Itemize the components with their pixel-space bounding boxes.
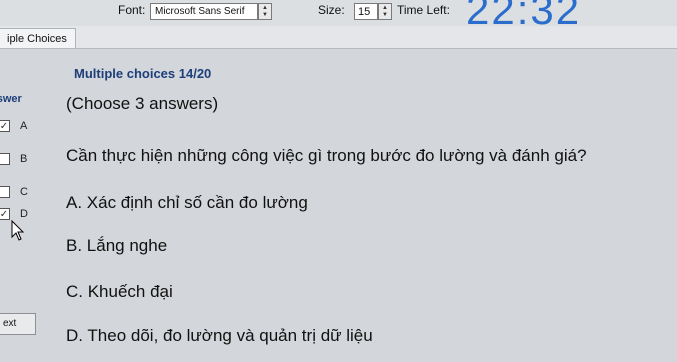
next-button[interactable]: ext [0, 313, 36, 335]
option-b-row[interactable]: B [0, 150, 27, 168]
answer-c-text: C. Khuếch đại [66, 282, 173, 301]
size-spinner[interactable]: ▲ ▼ [378, 3, 392, 20]
option-d-checkbox[interactable]: ✓ [0, 208, 10, 220]
page-title: Multiple choices 14/20 [74, 66, 212, 81]
size-input[interactable]: 15 [354, 3, 378, 20]
mouse-cursor-icon [11, 220, 25, 241]
option-b-label: B [20, 153, 28, 165]
chevron-down-icon[interactable]: ▼ [382, 12, 388, 19]
time-left-label: Time Left: [397, 3, 450, 17]
option-c-checkbox[interactable] [0, 186, 10, 198]
option-a-checkbox[interactable]: ✓ [0, 120, 10, 132]
size-label: Size: [318, 3, 345, 17]
choose-instruction: (Choose 3 answers) [66, 94, 219, 113]
option-a-row[interactable]: ✓ A [0, 117, 27, 135]
chevron-down-icon[interactable]: ▼ [262, 12, 268, 19]
answer-header: nswer [0, 93, 22, 105]
answer-a-text: A. Xác định chỉ số cần đo lường [66, 193, 308, 212]
option-c-row[interactable]: C [0, 183, 28, 201]
font-spinner[interactable]: ▲ ▼ [258, 3, 272, 20]
answer-b-text: B. Lắng nghe [66, 236, 168, 255]
tab-strip: iple Choices [0, 26, 677, 49]
checkmark-icon: ✓ [0, 208, 9, 220]
toolbar: Font: Microsoft Sans Serif ▲ ▼ Size: 15 … [0, 0, 677, 33]
tab-multiple-choices[interactable]: iple Choices [0, 28, 76, 48]
option-d-label: D [20, 208, 28, 220]
option-a-label: A [20, 120, 28, 132]
chevron-up-icon[interactable]: ▲ [382, 5, 388, 12]
chevron-up-icon[interactable]: ▲ [262, 5, 268, 12]
option-b-checkbox[interactable] [0, 153, 10, 165]
question-text: Cần thực hiện những công việc gì trong b… [66, 146, 587, 165]
answer-d-text: D. Theo dõi, đo lường và quản trị dữ liệ… [66, 326, 373, 345]
option-c-label: C [20, 186, 28, 198]
font-select[interactable]: Microsoft Sans Serif [150, 3, 258, 20]
font-label: Font: [118, 3, 146, 17]
checkmark-icon: ✓ [0, 120, 9, 132]
